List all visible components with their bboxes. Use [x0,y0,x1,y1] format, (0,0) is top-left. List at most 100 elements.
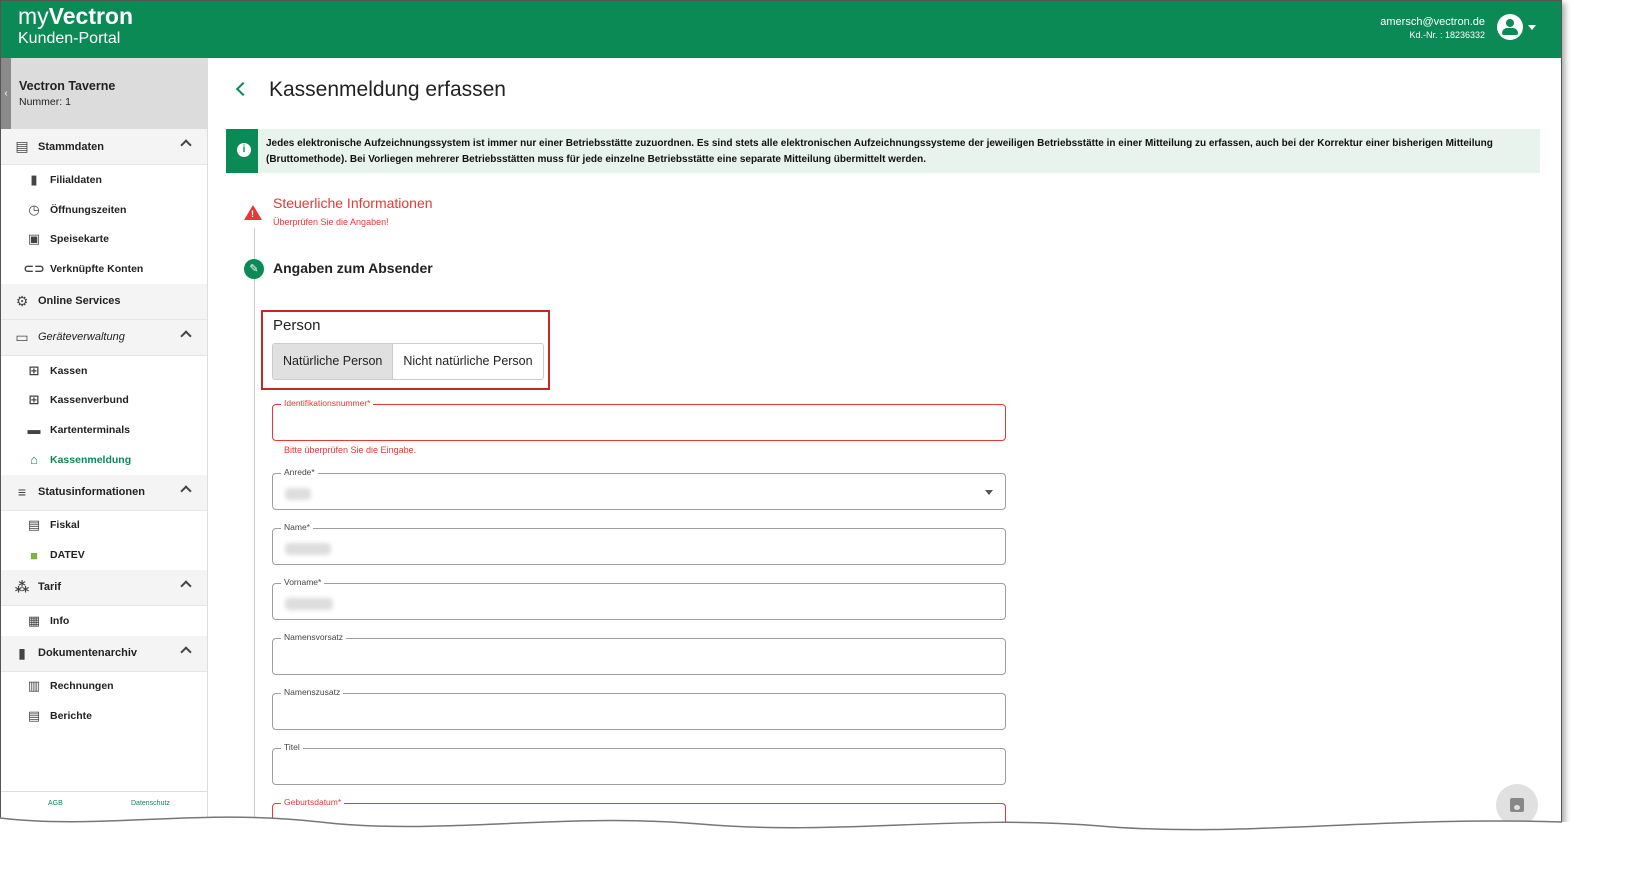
step-steuerliche-informationen[interactable]: Steuerliche Informationen [273,195,433,211]
register-network-icon: ⊞ [28,392,40,408]
sidebar-item-label: DATEV [50,549,85,562]
info-banner: i Jedes elektronische Aufzeichnungssyste… [226,129,1540,173]
sidebar-item-label: Berichte [50,710,93,723]
brand-subtitle: Kunden-Portal [18,30,121,47]
sidebar-item-info[interactable]: ▦ Info [1,606,207,636]
account-icon [1497,14,1523,40]
sidebar-item-kassen[interactable]: ⊞ Kassen [1,356,207,386]
bank-icon: ⌂ [30,452,38,468]
register-icon: ⊞ [28,362,40,378]
section-label: Tarif [38,581,62,594]
sidebar-item-filialdaten[interactable]: ▮ Filialdaten [1,165,207,195]
document-icon: ▤ [27,517,41,533]
sidebar-item-speisekarte[interactable]: ▣ Speisekarte [1,224,207,254]
section-tarif[interactable]: ⁂ Tarif [1,569,207,606]
sidebar-item-label: Kassen [50,364,88,377]
brand-my: my [18,3,49,29]
info-icon: i [237,143,251,157]
toggle-natuerliche-person[interactable]: Natürliche Person [273,344,394,379]
checklist-icon: ≡ [17,484,27,500]
section-statusinformationen[interactable]: ≡ Statusinformationen [1,474,207,511]
account-menu-button[interactable] [1497,14,1537,42]
sidebar-item-kartenterminals[interactable]: ▬ Kartenterminals [1,415,207,445]
section-label: Statusinformationen [38,486,145,498]
anrede-select[interactable]: Anrede* [272,467,1006,510]
chevron-up-icon[interactable] [180,645,192,658]
sidebar-item-rechnungen[interactable]: ▥ Rechnungen [1,672,207,702]
agb-link[interactable]: AGB [48,800,63,807]
devices-icon: ▭ [15,328,29,345]
sidebar-item-label: Rechnungen [50,680,114,693]
caret-down-icon [1528,25,1536,30]
credit-card-icon: ▬ [27,422,41,438]
tarif-icon: ⁂ [14,578,30,595]
brand-logo[interactable]: myVectron Kunden-Portal [18,5,133,47]
sidebar-item-oeffnungszeiten[interactable]: ◷ Öffnungszeiten [1,195,207,225]
file-icon: ▮ [18,644,26,661]
back-arrow-icon[interactable] [235,81,251,97]
sidebar-item-kassenmeldung[interactable]: ⌂ Kassenmeldung [1,445,207,475]
section-geraeteverwaltung[interactable]: ▭ Geräteverwaltung [1,319,207,356]
name-field[interactable]: Name* [272,522,1006,565]
section-dokumentenarchiv[interactable]: ▮ Dokumentenarchiv [1,635,207,672]
sidebar-item-label: Kartenterminals [50,423,130,436]
building-icon: ▦ [27,612,41,628]
chevron-up-icon[interactable] [180,330,192,342]
store-icon: ▤ [15,138,29,154]
namenszusatz-field[interactable]: Namenszusatz [272,687,1006,730]
toggle-nicht-natuerliche-person[interactable]: Nicht natürliche Person [393,344,542,379]
chevron-up-icon[interactable] [180,484,192,497]
sidebar-item-kassenverbund[interactable]: ⊞ Kassenverbund [1,385,207,415]
step-angaben-zum-absender[interactable]: Angaben zum Absender [273,260,433,276]
field-label: Vorname* [281,577,325,587]
chevron-up-icon[interactable] [180,139,192,151]
user-email: amersch@vectron.de [1380,16,1485,28]
sidebar-item-datev[interactable]: ■ DATEV [1,540,207,570]
sidebar-item-label: Verknüpfte Konten [50,262,144,275]
person-type-group: Person Natürliche Person Nicht natürlich… [261,310,550,390]
sidebar-item-fiskal[interactable]: ▤ Fiskal [1,511,207,541]
info-icon-badge: i [230,129,258,173]
collapse-sidebar-icon[interactable]: ‹ [1,58,11,129]
store-selector[interactable]: ‹ Vectron Taverne Nummer: 1 [1,58,207,129]
vorname-field[interactable]: Vorname* [272,577,1006,620]
sidebar-item-verknuepfte-konten[interactable]: ⊂⊃ Verknüpfte Konten [1,254,207,284]
main-content: Kassenmeldung erfassen i Jedes elektroni… [208,58,1561,831]
edit-icon: ✎ [244,259,264,279]
user-info: amersch@vectron.de Kd.-Nr. : 18236332 [1380,16,1485,42]
book-icon: ▮ [30,171,38,187]
section-online-services[interactable]: ⚙ Online Services [1,283,207,320]
redacted-value [285,543,331,555]
store-number: Nummer: 1 [19,96,71,108]
sidebar-item-berichte[interactable]: ▤ Berichte [1,701,207,731]
clock-icon: ◷ [28,201,40,217]
datev-icon: ■ [30,547,38,563]
section-label: Dokumentenarchiv [38,647,138,660]
step-error-message: Überprüfen Sie die Angaben! [273,217,389,227]
chevron-up-icon[interactable] [180,580,192,592]
datenschutz-link[interactable]: Datenschutz [131,800,170,807]
sidebar-item-label: Kassenmeldung [50,453,132,466]
sidebar-item-label: Speisekarte [50,233,109,246]
sidebar-item-label: Öffnungszeiten [50,203,127,216]
section-stammdaten[interactable]: ▤ Stammdaten [1,129,207,165]
page-title: Kassenmeldung erfassen [269,78,506,101]
person-label: Person [273,317,321,334]
namensvorsatz-field[interactable]: Namensvorsatz [272,632,1006,675]
section-label: Online Services [38,295,121,308]
section-label: Geräteverwaltung [38,331,125,344]
section-label: Stammdaten [38,140,105,153]
sidebar: ‹ Vectron Taverne Nummer: 1 ▤ Stammdaten… [1,58,208,831]
sidebar-item-label: Fiskal [50,519,80,532]
field-label: Namenszusatz [281,687,344,697]
titel-field[interactable]: Titel [272,742,1006,785]
dropdown-arrow-icon[interactable] [985,490,993,495]
field-label: Geburtsdatum* [281,797,345,807]
field-label: Identifikationsnummer* [281,398,374,408]
redacted-value [285,598,333,610]
sidebar-item-label: Info [50,614,70,627]
gear-icon: ⚙ [15,292,29,309]
invoice-icon: ▥ [27,678,41,694]
identifikationsnummer-field[interactable]: Identifikationsnummer* [272,398,1006,441]
field-label: Anrede* [281,467,318,477]
